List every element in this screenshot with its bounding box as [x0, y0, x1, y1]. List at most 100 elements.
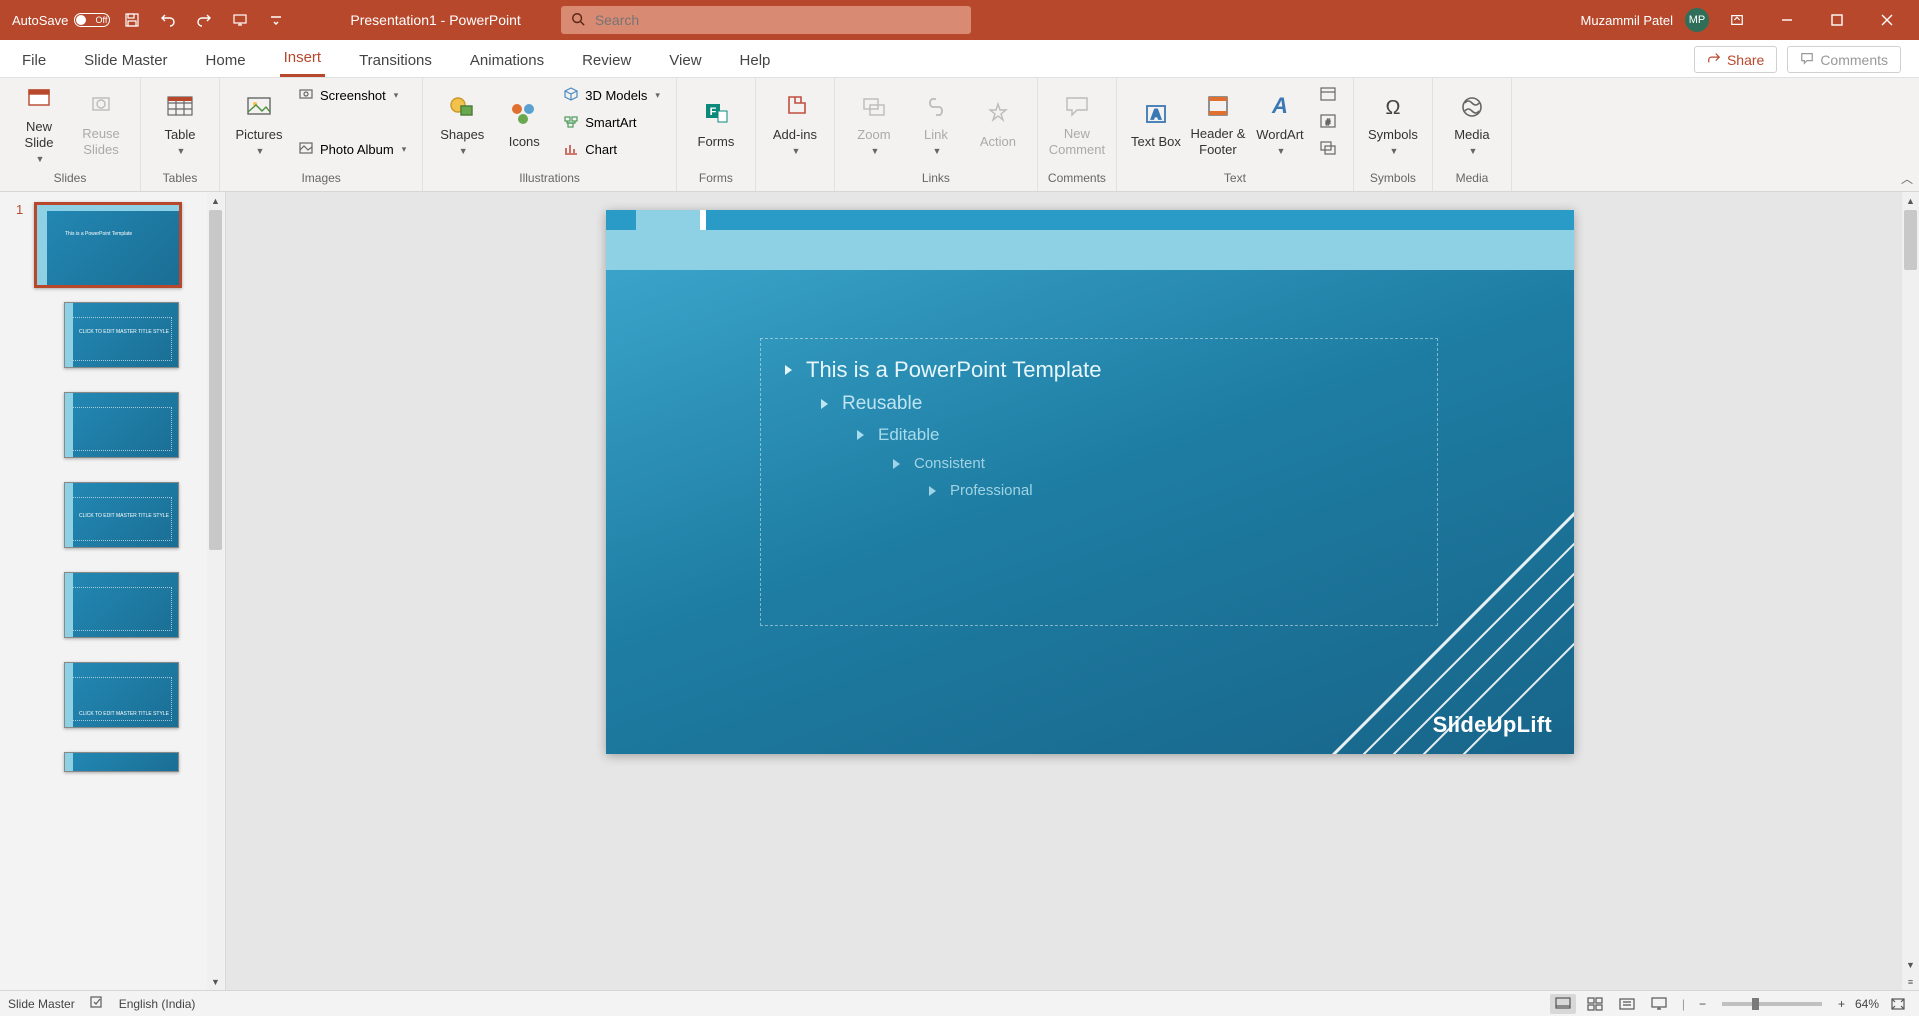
panel-scrollbar[interactable]: ▲ ▼ — [207, 192, 224, 990]
redo-icon[interactable] — [190, 6, 218, 34]
qat-customize-icon[interactable] — [262, 6, 290, 34]
media-label: Media — [1454, 127, 1489, 143]
scroll-next-icon[interactable]: ≡ — [1902, 973, 1919, 990]
scroll-up-icon[interactable]: ▲ — [1902, 192, 1919, 209]
share-button[interactable]: Share — [1694, 46, 1777, 73]
scroll-down-icon[interactable]: ▼ — [1902, 956, 1919, 973]
zoom-out-icon[interactable]: − — [1695, 997, 1710, 1011]
new-slide-icon — [23, 83, 55, 115]
scroll-thumb[interactable] — [1904, 210, 1917, 270]
ribbon-display-icon[interactable] — [1715, 0, 1759, 40]
slideshow-icon[interactable] — [226, 6, 254, 34]
wordart-label: WordArt — [1256, 127, 1303, 143]
undo-icon[interactable] — [154, 6, 182, 34]
symbols-button[interactable]: ΩSymbols▼ — [1364, 82, 1422, 166]
group-symbols-label: Symbols — [1364, 169, 1422, 189]
pictures-button[interactable]: Pictures▼ — [230, 82, 288, 166]
normal-view-icon[interactable] — [1550, 994, 1576, 1014]
header-footer-button[interactable]: Header & Footer — [1189, 82, 1247, 166]
scroll-up-icon[interactable]: ▲ — [207, 192, 224, 209]
3d-models-button[interactable]: 3D Models▾ — [557, 82, 666, 108]
svg-text:A: A — [1271, 93, 1288, 118]
tab-help[interactable]: Help — [736, 44, 775, 77]
scroll-down-icon[interactable]: ▼ — [207, 973, 224, 990]
bullet-text-2: Reusable — [842, 393, 922, 415]
wordart-button[interactable]: AWordArt▼ — [1251, 82, 1309, 166]
thumb-text: CLICK TO EDIT MASTER TITLE STYLE — [79, 711, 169, 717]
zoom-value[interactable]: 64% — [1855, 997, 1879, 1011]
date-time-button[interactable] — [1313, 82, 1343, 108]
layout-thumbnail[interactable] — [64, 392, 179, 458]
slide[interactable]: This is a PowerPoint Template Reusable E… — [606, 210, 1574, 754]
photo-album-label: Photo Album — [320, 142, 394, 157]
group-media-label: Media — [1443, 169, 1501, 189]
language-label[interactable]: English (India) — [119, 997, 196, 1011]
smartart-button[interactable]: SmartArt — [557, 109, 666, 135]
slide-number-button[interactable]: # — [1313, 109, 1343, 135]
chart-label: Chart — [585, 142, 617, 157]
user-avatar[interactable]: MP — [1685, 8, 1709, 32]
icons-button[interactable]: Icons — [495, 82, 553, 166]
fit-window-icon[interactable] — [1885, 994, 1911, 1014]
svg-text:Ω: Ω — [1385, 97, 1400, 119]
canvas-area[interactable]: This is a PowerPoint Template Reusable E… — [226, 192, 1919, 990]
close-icon[interactable] — [1865, 0, 1909, 40]
tab-animations[interactable]: Animations — [466, 44, 548, 77]
object-icon — [1319, 139, 1337, 160]
tab-review[interactable]: Review — [578, 44, 635, 77]
zoom-in-icon[interactable]: + — [1834, 997, 1849, 1011]
master-thumbnail[interactable]: This is a PowerPoint Template — [34, 202, 182, 288]
reading-view-icon[interactable] — [1614, 994, 1640, 1014]
search-box[interactable] — [561, 6, 971, 34]
object-button[interactable] — [1313, 136, 1343, 162]
layout-thumbnail[interactable] — [64, 752, 179, 772]
minimize-icon[interactable] — [1765, 0, 1809, 40]
layout-thumbnail[interactable]: CLICK TO EDIT MASTER TITLE STYLE — [64, 662, 179, 728]
new-slide-button[interactable]: New Slide▼ — [10, 82, 68, 166]
brand-logo: SlideUpLift — [1433, 712, 1552, 738]
slide-number-icon: # — [1319, 112, 1337, 133]
forms-button[interactable]: F Forms — [687, 82, 745, 166]
tab-home[interactable]: Home — [202, 44, 250, 77]
chart-button[interactable]: Chart — [557, 136, 666, 162]
thumb-number: 1 — [16, 202, 23, 217]
layout-thumbnail[interactable]: CLICK TO EDIT MASTER TITLE STYLE — [64, 302, 179, 368]
layout-thumbnail[interactable]: CLICK TO EDIT MASTER TITLE STYLE — [64, 482, 179, 548]
screenshot-button[interactable]: Screenshot▾ — [292, 82, 412, 108]
textbox-button[interactable]: AText Box — [1127, 82, 1185, 166]
tab-transitions[interactable]: Transitions — [355, 44, 436, 77]
content-placeholder[interactable]: This is a PowerPoint Template Reusable E… — [760, 338, 1438, 626]
collapse-ribbon-icon[interactable]: ︿ — [1901, 170, 1913, 187]
spellcheck-icon[interactable] — [89, 994, 105, 1013]
share-label: Share — [1727, 52, 1764, 68]
canvas-scrollbar[interactable]: ▲ ▼ ≡ — [1902, 192, 1919, 990]
shapes-button[interactable]: Shapes▼ — [433, 82, 491, 166]
photo-album-button[interactable]: Photo Album▾ — [292, 136, 412, 162]
tab-insert[interactable]: Insert — [280, 41, 326, 77]
table-icon — [164, 91, 196, 123]
tab-slide-master[interactable]: Slide Master — [80, 44, 171, 77]
cube-icon — [563, 86, 579, 105]
autosave-toggle[interactable]: AutoSave Off — [12, 13, 110, 28]
zoom-slider[interactable] — [1722, 1002, 1822, 1006]
wordart-icon: A — [1264, 91, 1296, 123]
save-icon[interactable] — [118, 6, 146, 34]
group-comments-label: Comments — [1048, 169, 1106, 189]
search-input[interactable] — [595, 12, 961, 28]
slideshow-view-icon[interactable] — [1646, 994, 1672, 1014]
tab-file[interactable]: File — [18, 44, 50, 77]
comments-button[interactable]: Comments — [1787, 46, 1901, 73]
scroll-thumb[interactable] — [209, 210, 222, 550]
maximize-icon[interactable] — [1815, 0, 1859, 40]
tab-view[interactable]: View — [665, 44, 705, 77]
action-label: Action — [980, 134, 1016, 150]
media-button[interactable]: Media▼ — [1443, 82, 1501, 166]
screenshot-icon — [298, 86, 314, 105]
table-button[interactable]: Table▼ — [151, 82, 209, 166]
layout-thumbnail[interactable] — [64, 572, 179, 638]
bullet-text-5: Professional — [950, 482, 1033, 499]
addins-button[interactable]: Add-ins▼ — [766, 82, 824, 166]
sorter-view-icon[interactable] — [1582, 994, 1608, 1014]
bullet-icon — [929, 486, 936, 496]
status-bar: Slide Master English (India) | − + 64% — [0, 990, 1919, 1016]
